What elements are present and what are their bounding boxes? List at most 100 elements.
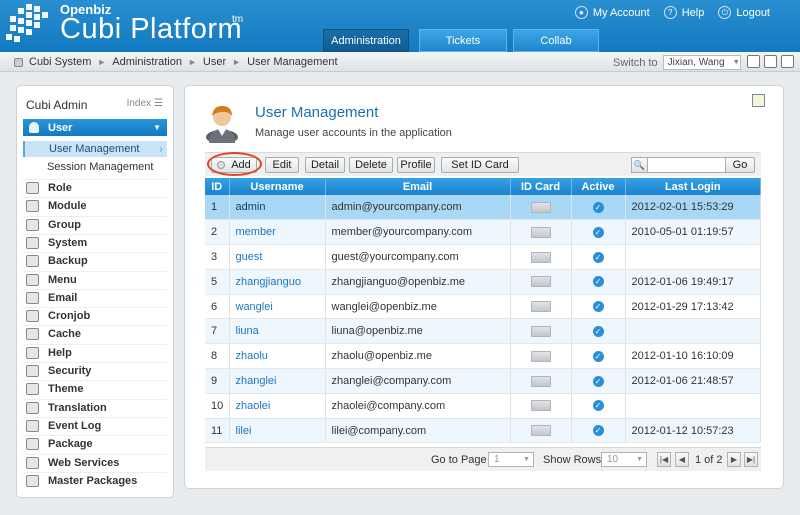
table-row[interactable]: 7 liuna liuna@openbiz.me ✓	[205, 318, 761, 345]
prev-page-button[interactable]: ◀	[675, 452, 689, 467]
cell-username-text[interactable]: zhangjianguo	[236, 276, 301, 288]
sidebar: Cubi Admin Index ☰ User ▼ User Managemen…	[16, 85, 174, 498]
grid-toolbar: Add Edit Detail Delete Profile Set ID Ca…	[205, 152, 761, 176]
id-card-icon[interactable]	[530, 325, 551, 337]
column-header-last-login[interactable]: Last Login	[625, 178, 761, 195]
id-card-icon[interactable]	[530, 400, 551, 412]
column-header-id[interactable]: ID	[205, 178, 230, 195]
sidebar-item-cronjob[interactable]: Cronjob	[23, 307, 167, 324]
cell-username-text[interactable]: zhaolei	[236, 400, 271, 412]
sidebar-item-label: Cache	[48, 328, 82, 341]
id-card-icon[interactable]	[530, 226, 551, 238]
switch-user-select[interactable]: Jixian, Wang ▼	[662, 55, 741, 70]
breadcrumb-administration[interactable]: Administration	[112, 56, 182, 68]
last-page-button[interactable]: ▶|	[744, 452, 758, 467]
cell-id-card	[510, 195, 572, 221]
first-page-button[interactable]: |◀	[657, 452, 671, 467]
tab-administration[interactable]: Administration	[323, 29, 409, 52]
cell-username-text[interactable]: guest	[236, 251, 263, 263]
search-input[interactable]: 🔍	[631, 157, 735, 173]
tab-collab[interactable]: Collab	[513, 29, 599, 52]
cell-last-login: 2012-01-06 19:49:17	[625, 269, 761, 295]
cell-username-text[interactable]: liuna	[236, 325, 259, 337]
sidebar-item-translation[interactable]: Translation	[23, 398, 167, 416]
sidebar-item-event-log[interactable]: Event Log	[23, 416, 167, 434]
delete-button[interactable]: Delete	[349, 157, 393, 173]
column-header-username[interactable]: Username	[229, 178, 326, 195]
sidebar-item-web-services[interactable]: Web Services	[23, 453, 167, 471]
set-id-card-button[interactable]: Set ID Card	[441, 157, 519, 173]
column-header-id-card[interactable]: ID Card	[510, 178, 572, 195]
profile-button[interactable]: Profile	[397, 157, 435, 173]
add-button[interactable]: Add	[211, 157, 257, 173]
fullscreen-icon[interactable]	[781, 55, 794, 68]
table-row[interactable]: 10 zhaolei zhaolei@company.com ✓	[205, 393, 761, 419]
table-row[interactable]: 9 zhanglei zhanglei@company.com ✓ 2012-01-06…	[205, 368, 761, 394]
sidebar-item-cache[interactable]: Cache	[23, 325, 167, 342]
table-row[interactable]: 5 zhangjianguo zhangjianguo@openbiz.me ✓ 201…	[205, 269, 761, 295]
goto-page-select[interactable]: 1 ▼	[488, 452, 534, 467]
sidebar-item-group[interactable]: Group	[23, 215, 167, 233]
id-card-icon[interactable]	[530, 301, 551, 313]
sidebar-item-menu[interactable]: Menu	[23, 270, 167, 288]
table-row[interactable]: 6 wanglei wanglei@openbiz.me ✓ 2012-01-29 17…	[205, 294, 761, 320]
sidebar-item-user-management[interactable]: User Management	[23, 141, 167, 157]
my-account-link[interactable]: ● My Account	[574, 6, 650, 19]
users-table: ID Username Email ID Card Active Last Lo…	[205, 178, 761, 444]
table-row[interactable]: 8 zhaolu zhaolu@openbiz.me ✓ 2012-01-10 16:1…	[205, 343, 761, 370]
sidebar-item-master-packages[interactable]: Master Packages	[23, 471, 167, 489]
detail-button[interactable]: Detail	[305, 157, 345, 173]
edit-note-icon[interactable]	[752, 94, 765, 107]
id-card-icon[interactable]	[530, 276, 551, 288]
cell-username-text[interactable]: admin	[236, 201, 266, 213]
sidebar-item-role[interactable]: Role	[23, 179, 167, 196]
window-icon[interactable]	[764, 55, 777, 68]
sidebar-item-label: Group	[48, 218, 81, 231]
cell-username-text[interactable]: lilei	[236, 425, 252, 437]
search-go-button[interactable]: Go	[725, 157, 755, 173]
tab-tickets[interactable]: Tickets	[419, 29, 507, 52]
id-card-icon[interactable]	[530, 425, 551, 437]
cell-username-text[interactable]: zhanglei	[236, 375, 277, 387]
logout-link[interactable]: ⏻ Logout	[718, 6, 770, 19]
sidebar-item-email[interactable]: Email	[23, 288, 167, 306]
sidebar-item-security[interactable]: Security	[23, 362, 167, 379]
sidebar-item-label: Package	[48, 438, 93, 451]
cell-id: 5	[205, 269, 230, 295]
app-header: Openbiz Cubi Platform tm ● My Account ? …	[0, 0, 800, 52]
sidebar-section-user[interactable]: User ▼	[23, 119, 167, 136]
sidebar-item-system[interactable]: System	[23, 233, 167, 251]
edit-button[interactable]: Edit	[265, 157, 299, 173]
column-header-email[interactable]: Email	[325, 178, 511, 195]
id-card-icon[interactable]	[530, 375, 551, 387]
help-link[interactable]: ? Help	[663, 6, 704, 19]
table-row[interactable]: 2 member member@yourcompany.com ✓ 2010-05-01…	[205, 219, 761, 246]
next-page-button[interactable]: ▶	[727, 452, 741, 467]
cell-username-text[interactable]: wanglei	[236, 301, 273, 313]
breadcrumb-user[interactable]: User	[203, 56, 226, 68]
id-card-icon[interactable]	[530, 350, 551, 362]
sidebar-item-theme[interactable]: Theme	[23, 380, 167, 397]
table-row[interactable]: 1 admin admin@yourcompany.com ✓ 2012-02-01 1…	[205, 195, 761, 221]
edit-page-icon[interactable]	[747, 55, 760, 68]
cell-email: zhaolei@company.com	[325, 393, 511, 419]
cell-active: ✓	[571, 343, 626, 370]
column-header-active[interactable]: Active	[571, 178, 626, 195]
table-row[interactable]: 3 guest guest@yourcompany.com ✓	[205, 244, 761, 270]
id-card-icon[interactable]	[530, 251, 551, 263]
sidebar-item-help[interactable]: Help	[23, 343, 167, 361]
cell-username-text[interactable]: member	[236, 226, 276, 238]
sidebar-item-session-management[interactable]: Session Management	[23, 159, 167, 175]
cell-username-text[interactable]: zhaolu	[236, 350, 268, 362]
id-card-icon[interactable]	[530, 201, 551, 213]
table-row[interactable]: 11 lilei lilei@company.com ✓ 2012-01-12 10:5…	[205, 418, 761, 444]
breadcrumb-cubi-system[interactable]: Cubi System	[29, 56, 91, 68]
sidebar-index-label: Index	[126, 98, 152, 109]
sidebar-index-link[interactable]: Index ☰	[127, 98, 163, 109]
cell-id-text: 1	[211, 201, 218, 214]
chevron-down-icon: ▼	[636, 456, 643, 463]
sidebar-item-package[interactable]: Package	[23, 435, 167, 452]
show-rows-select[interactable]: 10 ▼	[601, 452, 647, 467]
sidebar-item-module[interactable]: Module	[23, 197, 167, 214]
sidebar-item-backup[interactable]: Backup	[23, 252, 167, 269]
